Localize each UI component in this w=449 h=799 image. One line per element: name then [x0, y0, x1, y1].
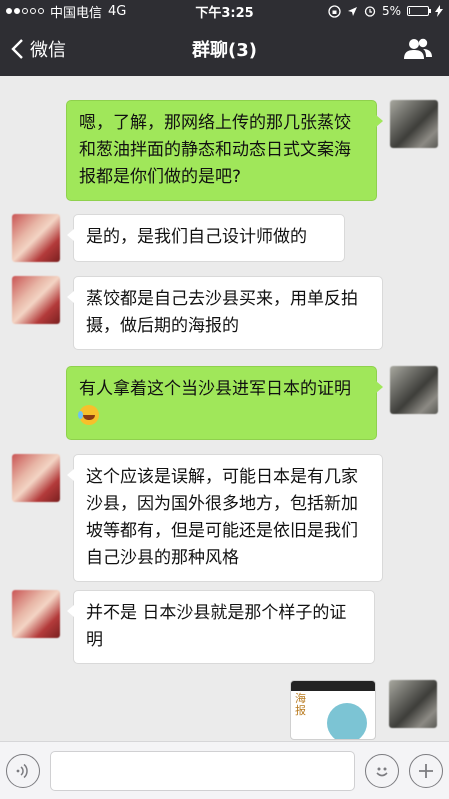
plus-icon [419, 763, 433, 778]
message-incoming: 是的，是我们自己设计师做的 [12, 214, 345, 262]
message-bubble[interactable]: 有人拿着这个当沙县进军日本的证明 [66, 366, 383, 440]
voice-input-button[interactable] [6, 753, 40, 788]
message-outgoing-image: 海报 [290, 680, 437, 740]
smiley-icon [376, 767, 388, 776]
group-members-icon[interactable] [403, 38, 433, 60]
message-bubble[interactable]: 是的，是我们自己设计师做的 [67, 214, 345, 262]
chevron-left-icon [11, 39, 23, 59]
more-button[interactable] [409, 753, 443, 788]
lock-rotation-icon [328, 4, 341, 18]
chat-title: 群聊(3) [192, 40, 257, 61]
charging-icon [435, 5, 443, 17]
emoji-button[interactable] [365, 753, 399, 788]
message-outgoing: 嗯，了解，那网络上传的那几张蒸饺和葱油拌面的静态和动态日式文案海报都是你们做的是… [66, 100, 438, 201]
back-button[interactable]: 微信 [0, 36, 120, 62]
chat-input-bar [0, 741, 449, 799]
alarm-icon [364, 6, 376, 17]
message-bubble[interactable]: 嗯，了解，那网络上传的那几张蒸饺和葱油拌面的静态和动态日式文案海报都是你们做的是… [66, 100, 383, 201]
laughing-tears-emoji-icon [78, 405, 99, 425]
message-text: 嗯，了解，那网络上传的那几张蒸饺和葱油拌面的静态和动态日式文案海报都是你们做的是… [79, 113, 351, 187]
avatar-contact[interactable] [12, 454, 60, 502]
message-outgoing: 有人拿着这个当沙县进军日本的证明 [66, 366, 438, 440]
avatar-self[interactable] [390, 100, 438, 148]
location-icon [347, 6, 357, 16]
status-bar: 中国电信 4G 下午3:25 5% [0, 0, 449, 22]
nav-bar: 微信 群聊(3) [0, 22, 449, 76]
message-text: 蒸饺都是自己去沙县买来，用单反拍摄，做后期的海报的 [86, 289, 358, 336]
back-label: 微信 [30, 40, 66, 61]
message-incoming: 这个应该是误解，可能日本是有几家沙县，因为国外很多地方，包括新加坡等都有，但是可… [12, 454, 383, 582]
poster-title: 海报 [295, 692, 306, 717]
clock: 下午3:25 [195, 5, 254, 21]
avatar-self[interactable] [389, 680, 437, 728]
message-text: 是的，是我们自己设计师做的 [86, 227, 307, 247]
message-bubble[interactable]: 并不是 日本沙县就是那个样子的证明 [67, 590, 375, 664]
message-text: 有人拿着这个当沙县进军日本的证明 [79, 379, 351, 399]
carrier-label: 中国电信 [50, 5, 103, 21]
battery-icon [407, 6, 431, 16]
network-type: 4G [108, 3, 127, 19]
message-bubble[interactable]: 蒸饺都是自己去沙县买来，用单反拍摄，做后期的海报的 [67, 276, 383, 350]
chat-message-list[interactable]: 嗯，了解，那网络上传的那几张蒸饺和葱油拌面的静态和动态日式文案海报都是你们做的是… [0, 76, 449, 741]
avatar-contact[interactable] [12, 214, 60, 262]
message-bubble[interactable]: 这个应该是误解，可能日本是有几家沙县，因为国外很多地方，包括新加坡等都有，但是可… [67, 454, 383, 582]
avatar-contact[interactable] [12, 276, 60, 324]
avatar-contact[interactable] [12, 590, 60, 638]
message-text: 这个应该是误解，可能日本是有几家沙县，因为国外很多地方，包括新加坡等都有，但是可… [86, 467, 358, 568]
voice-icon [16, 763, 28, 778]
message-text: 并不是 日本沙县就是那个样子的证明 [86, 603, 347, 650]
battery-percent: 5% [381, 4, 401, 18]
signal-strength-icon [6, 8, 44, 14]
avatar-self[interactable] [390, 366, 438, 414]
message-incoming: 蒸饺都是自己去沙县买来，用单反拍摄，做后期的海报的 [12, 276, 383, 350]
message-input[interactable] [50, 750, 355, 791]
poster-image-thumbnail[interactable]: 海报 [290, 680, 376, 740]
message-incoming: 并不是 日本沙县就是那个样子的证明 [12, 590, 375, 664]
